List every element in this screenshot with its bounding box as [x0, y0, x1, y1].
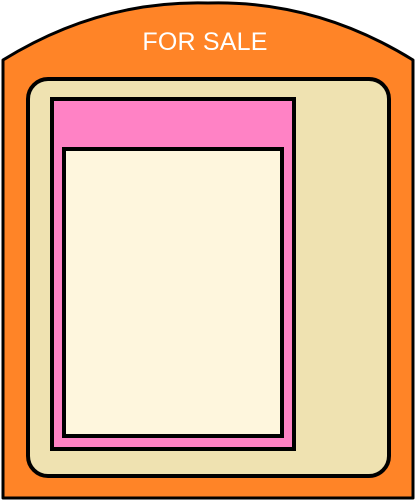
for-sale-sign: FOR SALE	[0, 0, 416, 503]
listing-paper[interactable]	[62, 147, 284, 438]
sign-graphic	[1, 1, 415, 500]
